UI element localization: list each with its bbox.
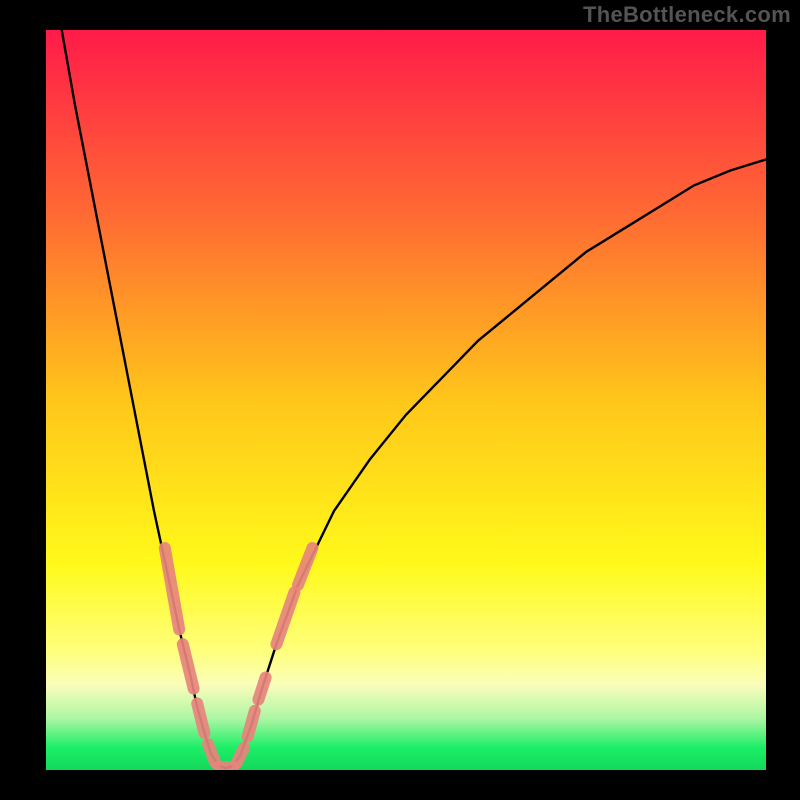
chart-background bbox=[46, 30, 766, 770]
bottleneck-chart bbox=[46, 30, 766, 770]
watermark-label: TheBottleneck.com bbox=[583, 2, 791, 28]
scatter-segment bbox=[208, 744, 215, 763]
scatter-segment bbox=[237, 748, 244, 763]
scatter-segment bbox=[248, 711, 255, 737]
scatter-segment bbox=[258, 678, 265, 700]
scatter-segment bbox=[197, 703, 204, 733]
figure-container: TheBottleneck.com bbox=[0, 0, 800, 800]
chart-svg bbox=[46, 30, 766, 770]
